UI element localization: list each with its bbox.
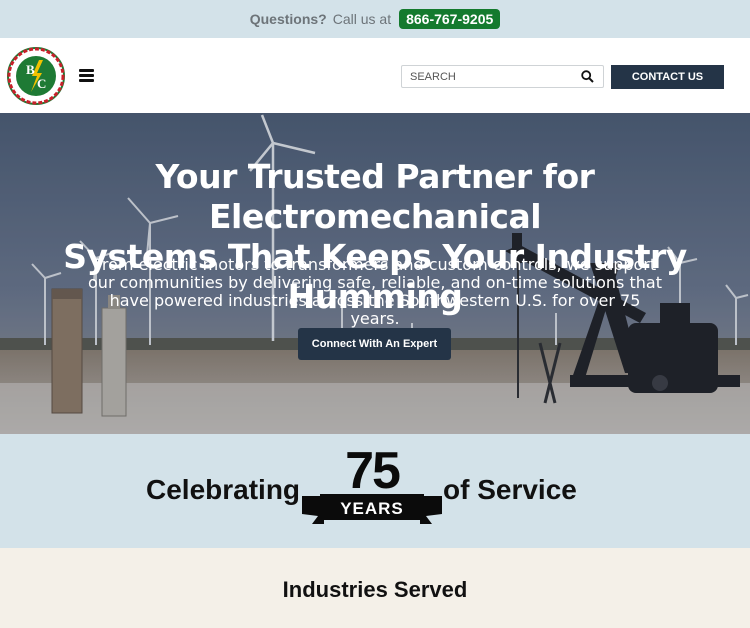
top-announcement-bar: Questions? Call us at 866-767-9205 [0, 0, 750, 38]
years-banner-text: YEARS [340, 499, 404, 518]
hero-banner: Your Trusted Partner for Electromechanic… [0, 113, 750, 434]
search-input[interactable] [402, 66, 572, 87]
site-header: B C CONTACT US [0, 38, 750, 113]
svg-text:C: C [37, 76, 46, 91]
contact-us-button[interactable]: CONTACT US [611, 65, 724, 89]
phone-number-link[interactable]: 866-767-9205 [399, 9, 501, 29]
description-line-2: our communities by delivering safe, reli… [88, 273, 662, 292]
connect-expert-button[interactable]: Connect With An Expert [298, 328, 451, 360]
industries-section: Industries Served [0, 548, 750, 628]
description-line-1: From electric motors to transformers and… [93, 255, 657, 274]
industries-heading: Industries Served [282, 577, 468, 602]
search-icon[interactable] [581, 70, 594, 83]
search-box[interactable] [401, 65, 604, 88]
hamburger-menu-icon[interactable] [79, 69, 94, 82]
anniversary-banner: Celebrating 75 YEARS of Service [0, 434, 750, 548]
hero-description: From electric motors to transformers and… [85, 256, 665, 328]
headline-line-1: Your Trusted Partner for Electromechanic… [155, 157, 595, 236]
seventy-five-years-badge: 75 YEARS [302, 442, 442, 526]
questions-label: Questions? [249, 11, 327, 27]
svg-text:B: B [26, 62, 35, 77]
call-us-label: Call us at [332, 11, 392, 27]
years-number: 75 [345, 446, 400, 500]
celebrating-text: Celebrating [146, 474, 301, 505]
of-service-text: of Service [443, 474, 577, 505]
description-line-3: have powered industries across the South… [109, 291, 641, 328]
brandon-clark-logo[interactable]: B C [6, 46, 66, 106]
